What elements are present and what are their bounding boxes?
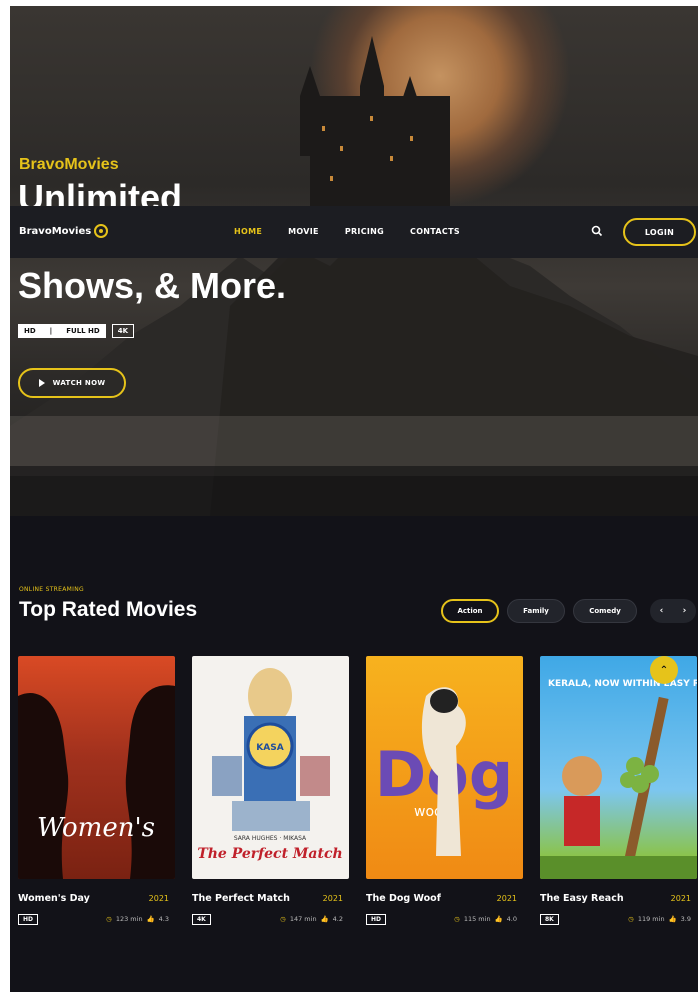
poster-top: KASA bbox=[256, 743, 283, 753]
main-menu: HOME MOVIE PRICING CONTACTS bbox=[234, 227, 460, 236]
nav-pricing[interactable]: PRICING bbox=[345, 227, 384, 236]
quality-sep: | bbox=[49, 327, 53, 335]
movie-year: 2021 bbox=[670, 894, 691, 903]
clock-icon: ◷ bbox=[454, 915, 460, 923]
movie-duration: 123 min bbox=[115, 915, 143, 923]
poster-art: Women's bbox=[18, 685, 175, 879]
movie-rating: 4.3 bbox=[158, 915, 169, 923]
movie-card[interactable]: Women's Women's Day 2021 HD ◷ 123 min 👍 … bbox=[18, 656, 175, 925]
nav-contacts[interactable]: CONTACTS bbox=[410, 227, 460, 236]
movie-year: 2021 bbox=[322, 894, 343, 903]
quality-badges: HD | FULL HD 4K bbox=[18, 324, 135, 338]
quality-badge: HD bbox=[18, 914, 39, 925]
movie-meta: ◷ 123 min 👍 4.3 bbox=[106, 915, 169, 923]
nav-home[interactable]: HOME bbox=[234, 227, 262, 236]
poster-art: Dog woof bbox=[375, 687, 513, 856]
poster-title: Women's bbox=[37, 813, 155, 843]
movie-duration: 119 min bbox=[637, 915, 665, 923]
movie-meta: ◷ 119 min 👍 3.9 bbox=[628, 915, 691, 923]
movie-poster[interactable]: KERALA, NOW WITHIN EASY REACH bbox=[540, 656, 697, 879]
thumbs-up-icon: 👍 bbox=[494, 915, 503, 923]
page: BravoMovies Unlimited Shows, & More. HD … bbox=[10, 6, 698, 992]
quality-hd: HD bbox=[24, 327, 36, 335]
watch-now-button[interactable]: WATCH NOW bbox=[18, 368, 126, 398]
movie-rating: 3.9 bbox=[680, 915, 691, 923]
carousel-arrows: ‹ › bbox=[650, 599, 696, 623]
section-eyebrow: ONLINE STREAMING bbox=[19, 586, 84, 593]
poster-art: KASA SARA HUGHES · MIKASA The Perfect Ma… bbox=[197, 668, 343, 862]
hero-banner: BravoMovies Unlimited Shows, & More. HD … bbox=[10, 6, 698, 516]
movie-title[interactable]: The Perfect Match bbox=[192, 893, 290, 904]
nav-movie[interactable]: MOVIE bbox=[288, 227, 319, 236]
poster-title: The Perfect Match bbox=[197, 846, 342, 862]
movie-rating: 4.0 bbox=[506, 915, 517, 923]
quality-4k: 4K bbox=[111, 324, 135, 338]
filter-action[interactable]: Action bbox=[441, 599, 499, 623]
filter-tabs: Action Family Comedy bbox=[441, 599, 637, 623]
poster-art: KERALA, NOW WITHIN EASY REACH bbox=[540, 679, 697, 879]
movie-rating: 4.2 bbox=[332, 915, 343, 923]
hero-brand: BravoMovies bbox=[19, 156, 119, 173]
movie-poster[interactable]: KASA SARA HUGHES · MIKASA The Perfect Ma… bbox=[192, 656, 349, 879]
thumbs-up-icon: 👍 bbox=[668, 915, 677, 923]
navbar: BravoMovies HOME MOVIE PRICING CONTACTS … bbox=[10, 206, 698, 258]
movie-year: 2021 bbox=[496, 894, 517, 903]
quality-box: HD | FULL HD bbox=[18, 324, 106, 338]
logo-text: BravoMovies bbox=[19, 225, 92, 237]
movie-title[interactable]: The Dog Woof bbox=[366, 893, 441, 904]
clock-icon: ◷ bbox=[628, 915, 634, 923]
movie-meta: ◷ 115 min 👍 4.0 bbox=[454, 915, 517, 923]
clock-icon: ◷ bbox=[106, 915, 112, 923]
filter-comedy[interactable]: Comedy bbox=[573, 599, 637, 623]
poster-title: KERALA, NOW WITHIN EASY REACH bbox=[548, 679, 697, 689]
thumbs-up-icon: 👍 bbox=[146, 915, 155, 923]
quality-badge: 4K bbox=[192, 914, 211, 925]
section-title: Top Rated Movies bbox=[19, 598, 198, 621]
movie-meta: ◷ 147 min 👍 4.2 bbox=[280, 915, 343, 923]
film-reel-icon bbox=[94, 224, 109, 238]
login-button[interactable]: LOGIN bbox=[623, 218, 696, 246]
clock-icon: ◷ bbox=[280, 915, 286, 923]
thumbs-up-icon: 👍 bbox=[320, 915, 329, 923]
watch-now-label: WATCH NOW bbox=[52, 379, 106, 387]
logo[interactable]: BravoMovies bbox=[19, 224, 109, 238]
quality-badge: HD bbox=[366, 914, 387, 925]
quality-badge: 8K bbox=[540, 914, 559, 925]
movie-card[interactable]: Dog woof The Dog Woof 2021 HD ◷ 115 min … bbox=[366, 656, 523, 925]
movie-duration: 147 min bbox=[289, 915, 317, 923]
filter-family[interactable]: Family bbox=[507, 599, 565, 623]
movie-poster[interactable]: Dog woof bbox=[366, 656, 523, 879]
chevron-up-icon: ⌃ bbox=[659, 664, 669, 676]
movie-poster[interactable]: Women's bbox=[18, 656, 175, 879]
hero-headline-top: Unlimited bbox=[18, 177, 183, 206]
movie-duration: 115 min bbox=[463, 915, 491, 923]
next-arrow-icon[interactable]: › bbox=[683, 606, 687, 616]
movie-card[interactable]: KERALA, NOW WITHIN EASY REACH The Easy R… bbox=[540, 656, 697, 925]
scroll-to-top-button[interactable]: ⌃ bbox=[650, 656, 678, 684]
hero-headline: Shows, & More. bbox=[18, 265, 287, 306]
poster-sub: SARA HUGHES · MIKASA bbox=[234, 835, 307, 842]
play-icon bbox=[38, 379, 45, 387]
movie-title[interactable]: The Easy Reach bbox=[540, 893, 624, 904]
movie-year: 2021 bbox=[148, 894, 169, 903]
prev-arrow-icon[interactable]: ‹ bbox=[660, 606, 664, 616]
movie-title[interactable]: Women's Day bbox=[18, 893, 90, 904]
movie-card[interactable]: KASA SARA HUGHES · MIKASA The Perfect Ma… bbox=[192, 656, 349, 925]
quality-fullhd: FULL HD bbox=[66, 327, 100, 335]
castle-illustration bbox=[10, 36, 698, 516]
search-icon[interactable] bbox=[590, 224, 604, 238]
